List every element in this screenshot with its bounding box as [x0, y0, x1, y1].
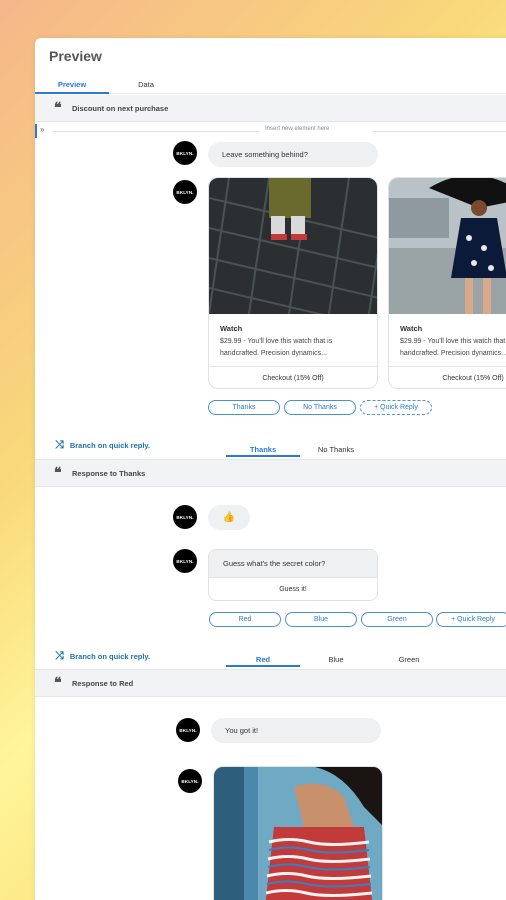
- quote-icon: ❝: [54, 100, 62, 116]
- avatar: BKLYN.: [176, 718, 200, 742]
- section-red[interactable]: ❝ Response to Red: [35, 670, 506, 697]
- card-description: $29.99 - You'll love this watch that is …: [400, 338, 506, 357]
- checkout-button[interactable]: Checkout (15% Off): [389, 366, 506, 388]
- product-image-sneakers: [209, 178, 377, 314]
- section-discount-label: Discount on next purchase: [72, 103, 169, 113]
- preview-panel: Preview Preview Data ❝ Discount on next …: [35, 38, 506, 900]
- tab-data[interactable]: Data: [109, 80, 183, 94]
- quote-icon: ❝: [54, 675, 62, 691]
- section-thanks-label: Response to Thanks: [72, 468, 146, 478]
- emoji-message[interactable]: 👍: [208, 505, 250, 530]
- add-quick-reply-button[interactable]: + Quick Reply: [360, 400, 432, 415]
- branch-tab-thanks[interactable]: Thanks: [226, 445, 300, 457]
- branch-tab-blue[interactable]: Blue: [299, 655, 373, 667]
- image-card[interactable]: [213, 766, 383, 900]
- branch-quick-reply: ⤨ Branch on quick reply.: [55, 650, 150, 663]
- text-card-message: Guess what's the secret color?: [209, 550, 377, 577]
- image-red-top: [214, 767, 382, 900]
- quote-icon: ❝: [54, 465, 62, 481]
- branch-quick-reply: ⤨ Branch on quick reply.: [55, 439, 150, 452]
- quick-reply-no-thanks[interactable]: No Thanks: [284, 400, 356, 415]
- text-card[interactable]: Guess what's the secret color? Guess it!: [208, 549, 378, 601]
- avatar: BKLYN.: [173, 549, 197, 573]
- branch-tab-no-thanks[interactable]: No Thanks: [299, 445, 373, 457]
- tab-bar: Preview Data: [35, 80, 506, 94]
- quick-reply-blue[interactable]: Blue: [285, 612, 357, 627]
- section-red-label: Response to Red: [72, 678, 134, 688]
- card-title: Watch: [400, 324, 423, 333]
- quick-reply-thanks[interactable]: Thanks: [208, 400, 280, 415]
- card-description: $29.99 - You'll love this watch that is …: [220, 338, 333, 357]
- insert-marker: [35, 124, 37, 138]
- avatar: BKLYN.: [178, 769, 202, 793]
- message-bubble[interactable]: You got it!: [211, 718, 381, 743]
- message-bubble[interactable]: Leave something behind?: [208, 142, 378, 167]
- card-title: Watch: [220, 324, 243, 333]
- page-title: Preview: [49, 48, 102, 64]
- divider: [373, 131, 506, 132]
- avatar: BKLYN.: [173, 505, 197, 529]
- avatar: BKLYN.: [173, 141, 197, 165]
- add-quick-reply-button[interactable]: + Quick Reply: [436, 612, 506, 627]
- branch-tab-green[interactable]: Green: [372, 655, 446, 667]
- branch-tab-red[interactable]: Red: [226, 655, 300, 667]
- quick-reply-green[interactable]: Green: [361, 612, 433, 627]
- shuffle-icon: ⤨: [55, 650, 64, 662]
- product-card[interactable]: Watch $29.99 - You'll love this watch th…: [388, 177, 506, 389]
- branch-label: Branch on quick reply.: [69, 652, 151, 661]
- product-image-dress: [389, 178, 506, 314]
- double-chevron-right-icon[interactable]: »: [40, 125, 44, 134]
- product-card[interactable]: Watch $29.99 - You'll love this watch th…: [208, 177, 378, 389]
- avatar: BKLYN.: [173, 180, 197, 204]
- checkout-button[interactable]: Checkout (15% Off): [209, 366, 377, 388]
- branch-label: Branch on quick reply.: [69, 441, 151, 450]
- section-thanks[interactable]: ❝ Response to Thanks: [35, 460, 506, 487]
- tab-preview[interactable]: Preview: [35, 80, 109, 94]
- shuffle-icon: ⤨: [55, 439, 64, 451]
- insert-element-row[interactable]: » Insert new element here: [35, 124, 506, 138]
- divider: [53, 131, 259, 132]
- insert-element-text[interactable]: Insert new element here: [265, 126, 329, 132]
- quick-reply-red[interactable]: Red: [209, 612, 281, 627]
- guess-button[interactable]: Guess it!: [209, 577, 377, 600]
- section-discount[interactable]: ❝ Discount on next purchase: [35, 95, 506, 122]
